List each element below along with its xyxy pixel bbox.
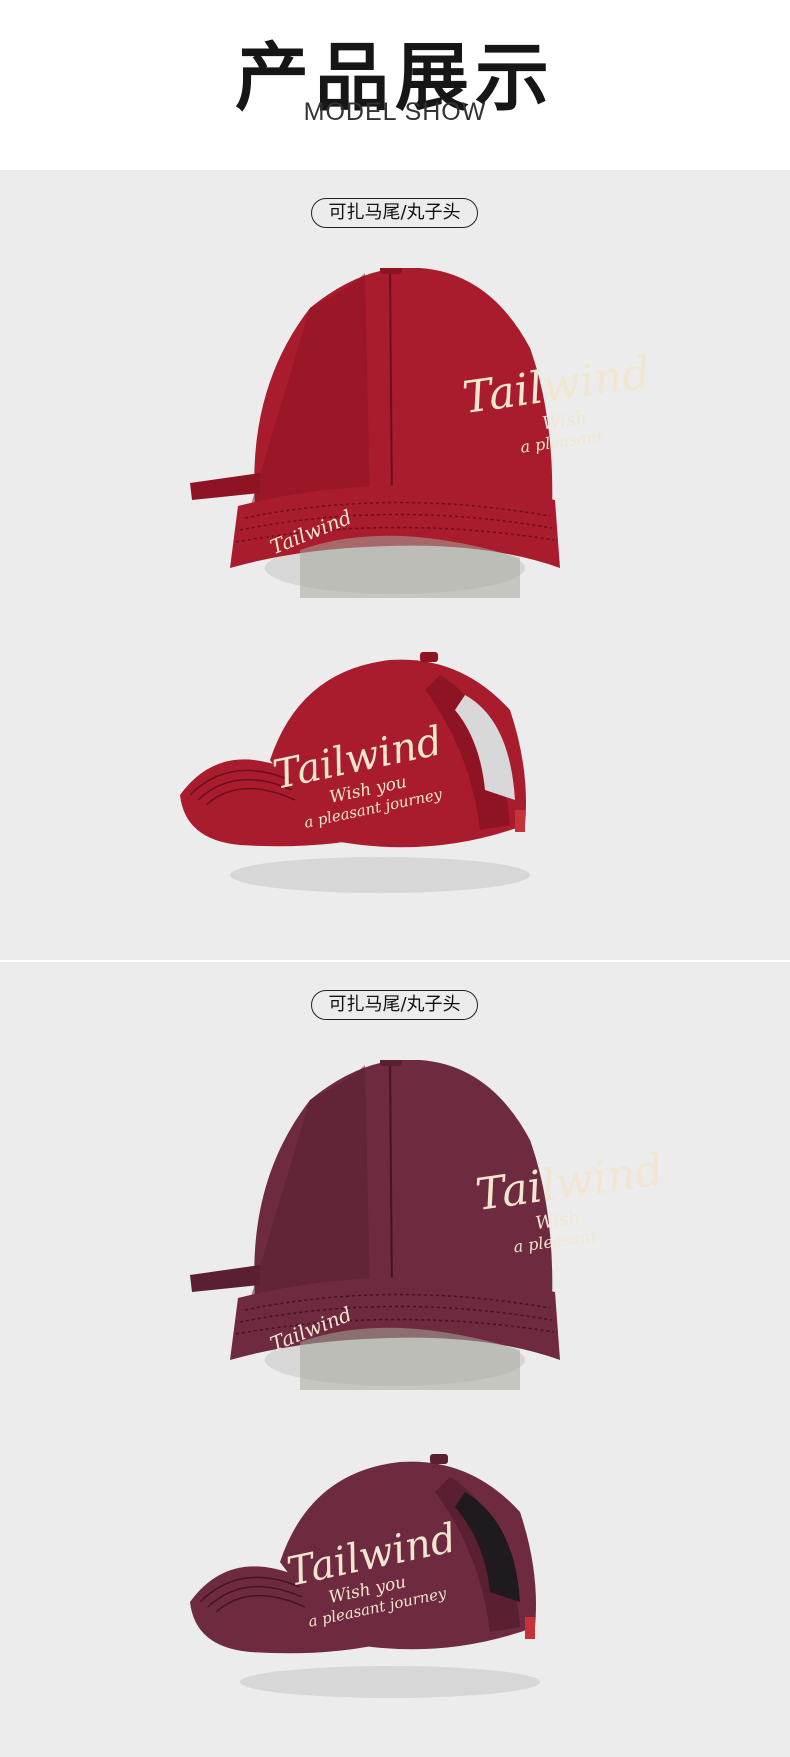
feature-tag: 可扎马尾/丸子头 bbox=[311, 198, 478, 228]
product-section-red: 可扎马尾/丸子头 Tailwind Wish a pleasant Tailwi… bbox=[0, 170, 790, 960]
page-subtitle: MODEL SHOW bbox=[303, 98, 487, 126]
product-section-purple: 可扎马尾/丸子头 Tailwind Wish a pleasant Tailwi… bbox=[0, 962, 790, 1757]
header: 产品展示 MODEL SHOW bbox=[0, 0, 790, 170]
feature-tag: 可扎马尾/丸子头 bbox=[311, 990, 478, 1020]
